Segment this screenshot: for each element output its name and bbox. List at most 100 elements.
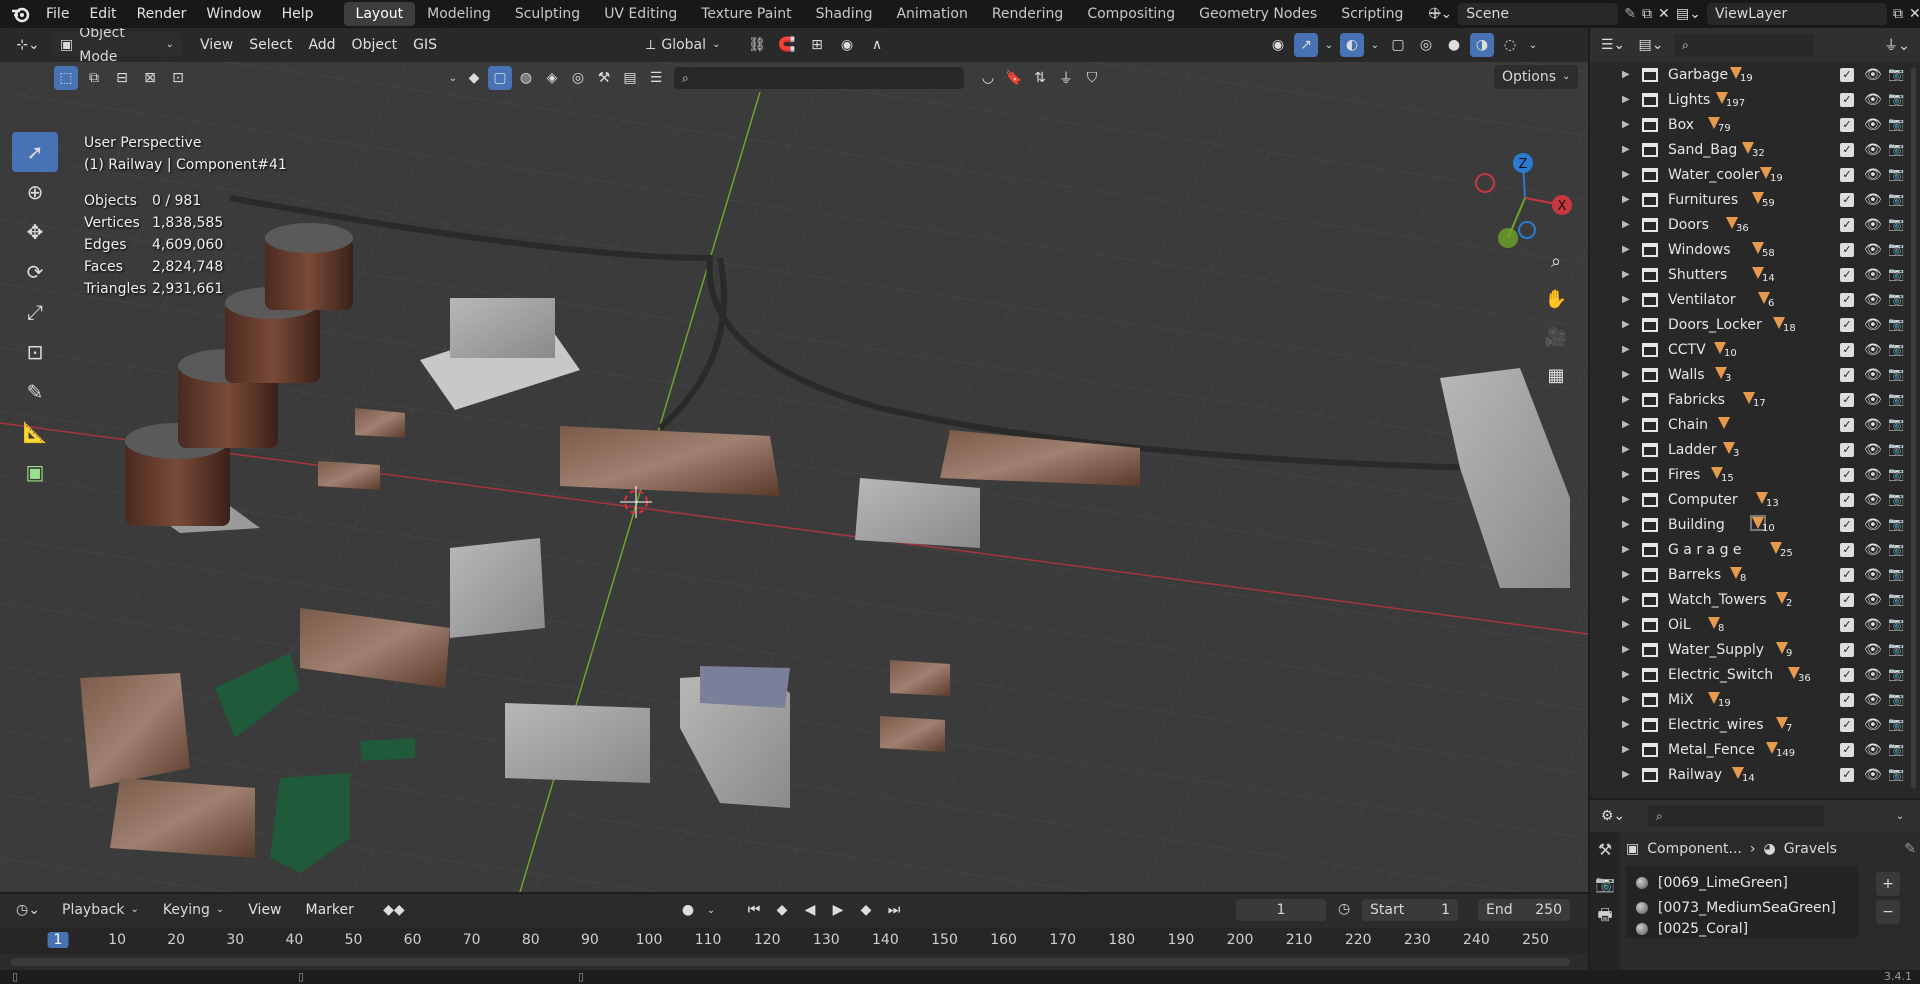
chevron-right-icon[interactable]: ▶ bbox=[1622, 269, 1630, 280]
outliner-search-input[interactable]: ⌕ bbox=[1674, 34, 1814, 56]
chevron-down-icon[interactable]: ⌄ bbox=[1322, 33, 1336, 57]
camera-render-icon[interactable]: 📷 bbox=[1888, 442, 1904, 457]
chevron-right-icon[interactable]: ▶ bbox=[1622, 594, 1630, 605]
exclude-checkbox[interactable]: ✓ bbox=[1840, 542, 1854, 557]
outliner-collection-row[interactable]: ▶ Building 10 ✓ 👁 📷 bbox=[1590, 512, 1920, 537]
exclude-checkbox[interactable]: ✓ bbox=[1840, 667, 1854, 682]
outliner-collection-row[interactable]: ▶ OiL 8 ✓ 👁 📷 bbox=[1590, 612, 1920, 637]
camera-render-icon[interactable]: 📷 bbox=[1888, 117, 1904, 132]
visibility-icon[interactable]: ◉ bbox=[1266, 33, 1290, 57]
timeline-editor-type-icon[interactable]: ◷⌄ bbox=[10, 898, 46, 922]
chevron-right-icon[interactable]: ▶ bbox=[1622, 444, 1630, 455]
tab-animation[interactable]: Animation bbox=[884, 2, 979, 26]
filter-icon[interactable]: ⏚⌄ bbox=[1882, 33, 1912, 57]
select-extend-icon[interactable]: ⧉ bbox=[82, 66, 106, 90]
exclude-checkbox[interactable]: ✓ bbox=[1840, 417, 1854, 432]
outliner-collection-row[interactable]: ▶ MiX 19 ✓ 👁 📷 bbox=[1590, 687, 1920, 712]
eye-icon[interactable]: 👁 bbox=[1864, 542, 1882, 558]
camera-render-icon[interactable]: 📷 bbox=[1888, 742, 1904, 757]
playback-menu[interactable]: Playback ⌄ bbox=[54, 898, 147, 922]
eye-icon[interactable]: 👁 bbox=[1864, 417, 1882, 433]
camera-render-icon[interactable]: 📷 bbox=[1888, 692, 1904, 707]
transform-tool-icon[interactable]: ⊡ bbox=[12, 332, 58, 372]
timeline-view-menu[interactable]: View bbox=[240, 902, 289, 918]
timeline-ruler[interactable]: 1 10 20 30 40 50 60 70 80 90 100 110 120 130 140 150 160… bbox=[0, 928, 1588, 954]
chevron-right-icon[interactable]: ▶ bbox=[1622, 144, 1630, 155]
eye-icon[interactable]: 👁 bbox=[1864, 467, 1882, 483]
outliner-collection-row[interactable]: ▶ Water_Supply 9 ✓ 👁 📷 bbox=[1590, 637, 1920, 662]
chevron-right-icon[interactable]: ▶ bbox=[1622, 544, 1630, 555]
eye-icon[interactable]: 👁 bbox=[1864, 292, 1882, 308]
exclude-checkbox[interactable]: ✓ bbox=[1840, 242, 1854, 257]
menu-add[interactable]: Add bbox=[300, 37, 343, 53]
eye-icon[interactable]: 👁 bbox=[1864, 717, 1882, 733]
exclude-checkbox[interactable]: ✓ bbox=[1840, 642, 1854, 657]
outliner-collection-row[interactable]: ▶ Railway 14 ✓ 👁 📷 bbox=[1590, 762, 1920, 787]
chevron-right-icon[interactable]: ▶ bbox=[1622, 769, 1630, 780]
outliner-collection-row[interactable]: ▶ Fires 15 ✓ 👁 📷 bbox=[1590, 462, 1920, 487]
chevron-right-icon[interactable]: ▶ bbox=[1622, 619, 1630, 630]
chevron-right-icon[interactable]: ▶ bbox=[1622, 469, 1630, 480]
outliner-collection-row[interactable]: ▶ Water_cooler 19 ✓ 👁 📷 bbox=[1590, 162, 1920, 187]
outliner-collection-row[interactable]: ▶ Computer 13 ✓ 👁 📷 bbox=[1590, 487, 1920, 512]
prev-keyframe-icon[interactable]: ◆ bbox=[770, 898, 794, 922]
eye-icon[interactable]: 👁 bbox=[1864, 742, 1882, 758]
camera-render-icon[interactable]: 📷 bbox=[1888, 667, 1904, 682]
filter-material-icon[interactable]: ◈ bbox=[540, 66, 564, 90]
output-properties-icon[interactable]: 🖶 bbox=[1590, 900, 1620, 934]
menu-view[interactable]: View bbox=[192, 37, 241, 53]
outliner-scrollbar[interactable] bbox=[1911, 68, 1916, 788]
eye-icon[interactable]: 👁 bbox=[1864, 392, 1882, 408]
eye-icon[interactable]: 👁 bbox=[1864, 692, 1882, 708]
tab-compositing[interactable]: Compositing bbox=[1075, 2, 1187, 26]
select-tool-icon[interactable]: ➚ bbox=[12, 132, 58, 172]
annotate-tool-icon[interactable]: ✎ bbox=[12, 372, 58, 412]
chevron-down-icon[interactable]: ⌄ bbox=[1888, 804, 1912, 828]
proportional-edit-icon[interactable]: ◉ bbox=[835, 33, 859, 57]
pin-icon[interactable]: ✎ bbox=[1904, 841, 1916, 857]
editor-type-icon[interactable]: ⊹⌄ bbox=[10, 33, 46, 57]
exclude-checkbox[interactable]: ✓ bbox=[1840, 317, 1854, 332]
exclude-checkbox[interactable]: ✓ bbox=[1840, 692, 1854, 707]
camera-render-icon[interactable]: 📷 bbox=[1888, 242, 1904, 257]
select-box-mode-icon[interactable]: ⬚ bbox=[54, 66, 78, 90]
camera-render-icon[interactable]: 📷 bbox=[1888, 92, 1904, 107]
camera-render-icon[interactable]: 📷 bbox=[1888, 517, 1904, 532]
exclude-checkbox[interactable]: ✓ bbox=[1840, 117, 1854, 132]
material-shading-icon[interactable]: ◑ bbox=[1470, 33, 1494, 57]
solid-shading-icon[interactable]: ● bbox=[1442, 33, 1466, 57]
menu-object[interactable]: Object bbox=[344, 37, 406, 53]
cursor-tool-icon[interactable]: ⊕ bbox=[12, 172, 58, 212]
exclude-checkbox[interactable]: ✓ bbox=[1840, 267, 1854, 282]
keyframe-nav-icon[interactable]: ◆◆ bbox=[370, 898, 418, 922]
tab-geometry-nodes[interactable]: Geometry Nodes bbox=[1187, 2, 1329, 26]
camera-view-icon[interactable]: 🎥 bbox=[1542, 318, 1570, 356]
select-intersect-icon[interactable]: ⊡ bbox=[166, 66, 190, 90]
tab-sculpting[interactable]: Sculpting bbox=[503, 2, 592, 26]
chevron-right-icon[interactable]: ▶ bbox=[1622, 519, 1630, 530]
render-properties-icon[interactable]: 📷 bbox=[1590, 866, 1620, 900]
material-slot[interactable]: [0069_LimeGreen] bbox=[1626, 870, 1858, 895]
camera-render-icon[interactable]: 📷 bbox=[1888, 717, 1904, 732]
camera-render-icon[interactable]: 📷 bbox=[1888, 592, 1904, 607]
camera-render-icon[interactable]: 📷 bbox=[1888, 567, 1904, 582]
play-reverse-icon[interactable]: ◀ bbox=[798, 898, 822, 922]
preview-range-icon[interactable]: ◷ bbox=[1338, 901, 1350, 917]
select-invert-icon[interactable]: ⊠ bbox=[138, 66, 162, 90]
material-slot[interactable]: [0073_MediumSeaGreen] bbox=[1626, 895, 1858, 920]
gizmo-z-negative[interactable] bbox=[1518, 221, 1536, 239]
camera-render-icon[interactable]: 📷 bbox=[1888, 642, 1904, 657]
exclude-checkbox[interactable]: ✓ bbox=[1840, 292, 1854, 307]
camera-render-icon[interactable]: 📷 bbox=[1888, 142, 1904, 157]
gizmo-y-negative[interactable] bbox=[1498, 228, 1518, 248]
options-dropdown[interactable]: Options ⌄ bbox=[1494, 65, 1578, 89]
eye-icon[interactable]: 👁 bbox=[1864, 142, 1882, 158]
exclude-checkbox[interactable]: ✓ bbox=[1840, 517, 1854, 532]
camera-render-icon[interactable]: 📷 bbox=[1888, 767, 1904, 782]
rendered-shading-icon[interactable]: ◌ bbox=[1498, 33, 1522, 57]
chevron-right-icon[interactable]: ▶ bbox=[1622, 644, 1630, 655]
outliner-collection-row[interactable]: ▶ Electric_Switch 36 ✓ 👁 📷 bbox=[1590, 662, 1920, 687]
measure-tool-icon[interactable]: 📐 bbox=[12, 412, 58, 452]
chevron-right-icon[interactable]: ▶ bbox=[1622, 419, 1630, 430]
chevron-right-icon[interactable]: ▶ bbox=[1622, 494, 1630, 505]
